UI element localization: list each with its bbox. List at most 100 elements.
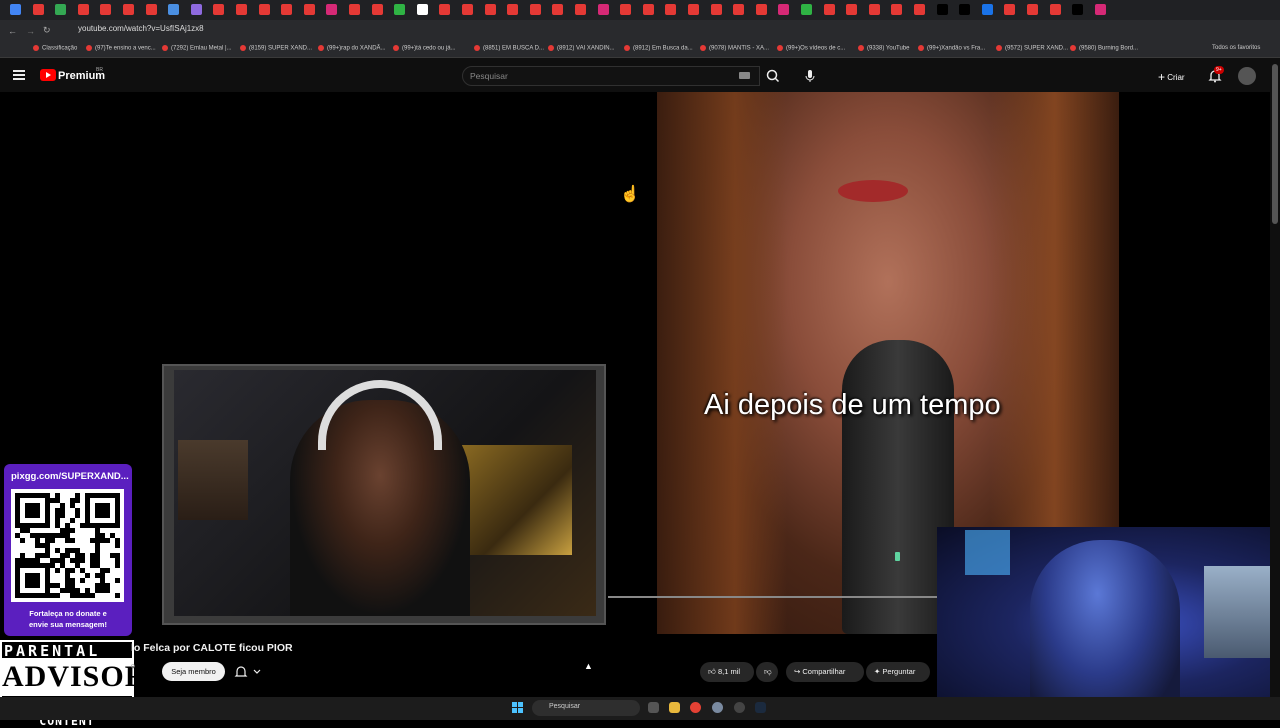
search-button[interactable] (760, 66, 786, 86)
browser-tab[interactable] (936, 4, 948, 15)
qr-module (80, 578, 85, 583)
create-button[interactable]: + Criar (1158, 70, 1185, 84)
browser-tab[interactable] (168, 4, 180, 15)
qr-module (85, 573, 90, 578)
browser-tab[interactable] (620, 4, 632, 15)
dislike-button[interactable]: 👎︎ (756, 662, 778, 682)
bookmark-item[interactable]: (99+)Xandão vs Fra... (918, 45, 985, 52)
browser-tab[interactable] (258, 4, 270, 15)
url-field[interactable]: youtube.com/watch?v=UsfISAj1zx8 (78, 24, 204, 33)
qr-module (50, 538, 55, 543)
browser-tab[interactable] (733, 4, 745, 15)
browser-tab[interactable] (823, 4, 835, 15)
bookmark-item[interactable]: (99+)rap do XANDÃ... (318, 45, 386, 52)
ask-button[interactable]: ✦ Perguntar (866, 662, 930, 682)
bookmark-item[interactable]: (8851) EM BUSCA D... (474, 45, 544, 52)
browser-tab[interactable] (846, 4, 858, 15)
browser-tab[interactable] (529, 4, 541, 15)
browser-tab[interactable] (1072, 4, 1084, 15)
browser-tab[interactable] (914, 4, 925, 15)
menu-icon[interactable] (13, 70, 25, 80)
bookmark-item[interactable]: (9572) SUPER XAND... (996, 45, 1068, 52)
reload-icon[interactable]: ↻ (43, 25, 51, 36)
browser-tab[interactable] (236, 4, 247, 15)
browser-tab[interactable] (575, 4, 586, 15)
browser-tab[interactable] (462, 4, 473, 15)
thumbs-down-icon: 👎︎ (764, 667, 772, 676)
browser-tab[interactable] (1027, 4, 1038, 15)
browser-tab[interactable] (77, 4, 89, 15)
bookmark-item[interactable]: (9580) Burning Bord... (1070, 45, 1138, 52)
forward-icon[interactable]: → (26, 26, 35, 36)
qr-module (75, 498, 80, 503)
avatar[interactable] (1238, 67, 1256, 85)
browser-tab[interactable] (755, 4, 767, 15)
file-explorer-icon[interactable] (669, 702, 680, 713)
bookmark-item[interactable]: (7292) Emlau Metal |... (162, 45, 232, 52)
join-button[interactable]: Seja membro (162, 662, 225, 681)
all-bookmarks[interactable]: Todos os favoritos (1212, 45, 1260, 51)
browser-tab[interactable] (55, 4, 67, 15)
browser-tab[interactable] (507, 4, 519, 15)
bookmark-item[interactable]: (8912) VAI XANDIN... (548, 45, 615, 52)
donation-message-line1: Fortaleça no donate e (29, 609, 107, 618)
browser-tab[interactable] (394, 4, 406, 15)
bookmark-item[interactable]: (9078) MANTIS - XA... (700, 45, 769, 52)
task-view-icon[interactable] (648, 702, 659, 713)
keyboard-icon[interactable] (739, 72, 750, 79)
bookmark-item[interactable]: (9338) YouTube (858, 45, 909, 52)
browser-tab[interactable] (642, 4, 654, 15)
voice-search-button[interactable] (800, 66, 820, 86)
windows-start-icon[interactable] (512, 702, 524, 714)
browser-tab[interactable] (303, 4, 315, 15)
video-progress-bar[interactable] (608, 596, 938, 598)
browser-tab[interactable] (959, 4, 971, 15)
browser-tab[interactable] (665, 4, 677, 15)
chrome-icon[interactable] (690, 702, 701, 713)
browser-tab[interactable] (981, 4, 993, 15)
browser-tab[interactable] (688, 4, 699, 15)
browser-tab[interactable] (10, 4, 21, 15)
browser-tab[interactable] (213, 4, 225, 15)
settings-icon[interactable] (712, 702, 723, 713)
subscribe-notification-button[interactable] (233, 663, 265, 681)
bookmark-item[interactable]: (97)Te ensino a venc... (86, 45, 156, 52)
browser-tab[interactable] (552, 4, 564, 15)
browser-tab[interactable] (484, 4, 496, 15)
browser-tab[interactable] (326, 4, 338, 15)
like-button[interactable]: 👍︎ 8,1 mil (700, 662, 754, 682)
browser-tab[interactable] (349, 4, 360, 15)
bookmark-item[interactable]: (99+)Os vídeos de c... (777, 45, 845, 52)
browser-tab[interactable] (123, 4, 134, 15)
browser-tab[interactable] (439, 4, 451, 15)
browser-tab[interactable] (32, 4, 44, 15)
browser-tab[interactable] (1004, 4, 1016, 15)
share-button[interactable]: ↪ Compartilhar (786, 662, 864, 682)
browser-tab[interactable] (190, 4, 202, 15)
app-icon[interactable] (734, 702, 745, 713)
channel-name[interactable]: o (131, 663, 135, 670)
browser-tab[interactable] (145, 4, 157, 15)
steam-icon[interactable] (755, 702, 766, 713)
browser-tab[interactable] (597, 4, 609, 15)
browser-tab[interactable] (778, 4, 790, 15)
browser-tab[interactable] (868, 4, 880, 15)
browser-tab[interactable] (1049, 4, 1061, 15)
browser-tab[interactable] (100, 4, 112, 15)
browser-tab[interactable] (710, 4, 722, 15)
browser-tab[interactable] (891, 4, 903, 15)
bookmark-item[interactable]: Classificação (33, 45, 77, 52)
browser-tab[interactable] (416, 4, 428, 15)
browser-tab[interactable] (801, 4, 812, 15)
scrollbar-thumb[interactable] (1272, 64, 1278, 224)
browser-tab[interactable] (281, 4, 293, 15)
bookmark-item[interactable]: (99+)tá cedo ou já... (393, 45, 456, 52)
bookmark-item[interactable]: (8912) Em Busca da... (624, 45, 693, 52)
browser-tab[interactable] (1094, 4, 1106, 15)
streamer-webcam-window (965, 530, 1010, 575)
bookmark-item[interactable]: (8159) SUPER XAND... (240, 45, 312, 52)
youtube-logo-icon[interactable] (40, 69, 56, 81)
browser-tab[interactable] (371, 4, 383, 15)
qr-module (115, 593, 120, 598)
back-icon[interactable]: ← (8, 26, 17, 36)
